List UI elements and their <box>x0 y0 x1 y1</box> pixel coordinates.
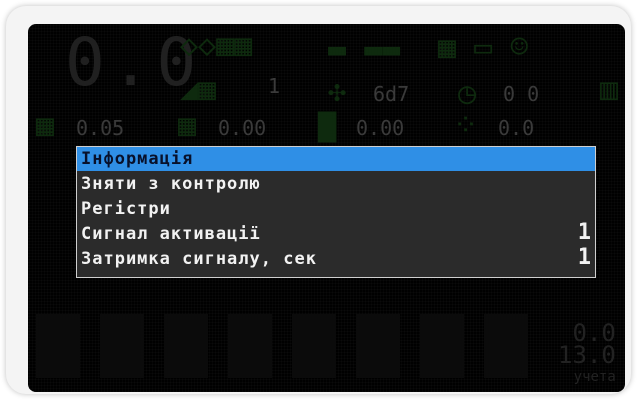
bottom-right-label: учета <box>573 369 616 385</box>
map-icon: ▦ ▭ ☺ <box>438 30 529 65</box>
menu-item-remove-from-control[interactable]: Зняти з контролю <box>77 172 595 196</box>
row-slot <box>228 314 272 378</box>
side-bars-icon: ▥ <box>600 72 619 107</box>
field-code: 6d7 <box>373 82 410 106</box>
menu-item-label: Інформація <box>81 149 194 169</box>
readout-1: 0.05 <box>76 116 125 140</box>
readout-3: 0.00 <box>356 116 405 140</box>
readout-4: 0.0 <box>498 116 535 140</box>
menu-item-label: Сигнал активації <box>81 224 261 244</box>
row-slot <box>484 314 528 378</box>
menu-item-value: 1 <box>577 220 592 245</box>
menu-item-label: Затримка сигналу, сек <box>81 249 317 269</box>
menu-item-label: Зняти з контролю <box>81 174 261 194</box>
area-icon: ▦ <box>178 108 197 143</box>
menu-item-value: 1 <box>577 245 592 270</box>
flow-icon: ⁘ <box>453 108 479 143</box>
menu-item-information[interactable]: Інформація <box>77 147 595 171</box>
terminal-screen: 0.0 ◇◇▦▦ ▬ ▬▬ ▦ ▭ ☺ ◢▦ 1 ✣ 6d7 ◷ 0 0 ▥ ▦… <box>28 24 625 392</box>
counter-value: 1 <box>268 74 281 98</box>
menu-item-signal-delay[interactable]: Затримка сигналу, сек 1 <box>77 245 595 271</box>
row-slot <box>100 314 144 378</box>
sprayer-icon: ◇◇▦▦ <box>180 28 253 63</box>
row-slot <box>164 314 208 378</box>
settings-menu: Інформація Зняти з контролю Регістри Сиг… <box>76 146 596 278</box>
readout-2: 0.00 <box>218 116 267 140</box>
clock-icon: ◷ <box>458 76 477 111</box>
row-slot <box>420 314 464 378</box>
row-slot <box>292 314 336 378</box>
device-bezel: 0.0 ◇◇▦▦ ▬ ▬▬ ▦ ▭ ☺ ◢▦ 1 ✣ 6d7 ◷ 0 0 ▥ ▦… <box>6 6 631 394</box>
fan-icon: ✣ <box>328 74 347 109</box>
section-icon: ◢▦ <box>180 72 217 107</box>
rate-icon: ▦ <box>36 108 55 143</box>
menu-item-registers[interactable]: Регістри <box>77 197 595 221</box>
bottom-right-values: 0.0 13.0 учета <box>558 321 616 388</box>
menu-item-activation-signal[interactable]: Сигнал активації 1 <box>77 220 595 246</box>
row-slot <box>36 314 80 378</box>
tractor-icon: ▬ ▬▬ <box>328 32 401 67</box>
bottom-right-value-2: 13.0 <box>558 341 616 369</box>
tank-icon: ▇ <box>318 108 337 143</box>
row-slot <box>356 314 400 378</box>
clock-value: 0 0 <box>503 82 540 106</box>
menu-item-label: Регістри <box>81 199 171 219</box>
